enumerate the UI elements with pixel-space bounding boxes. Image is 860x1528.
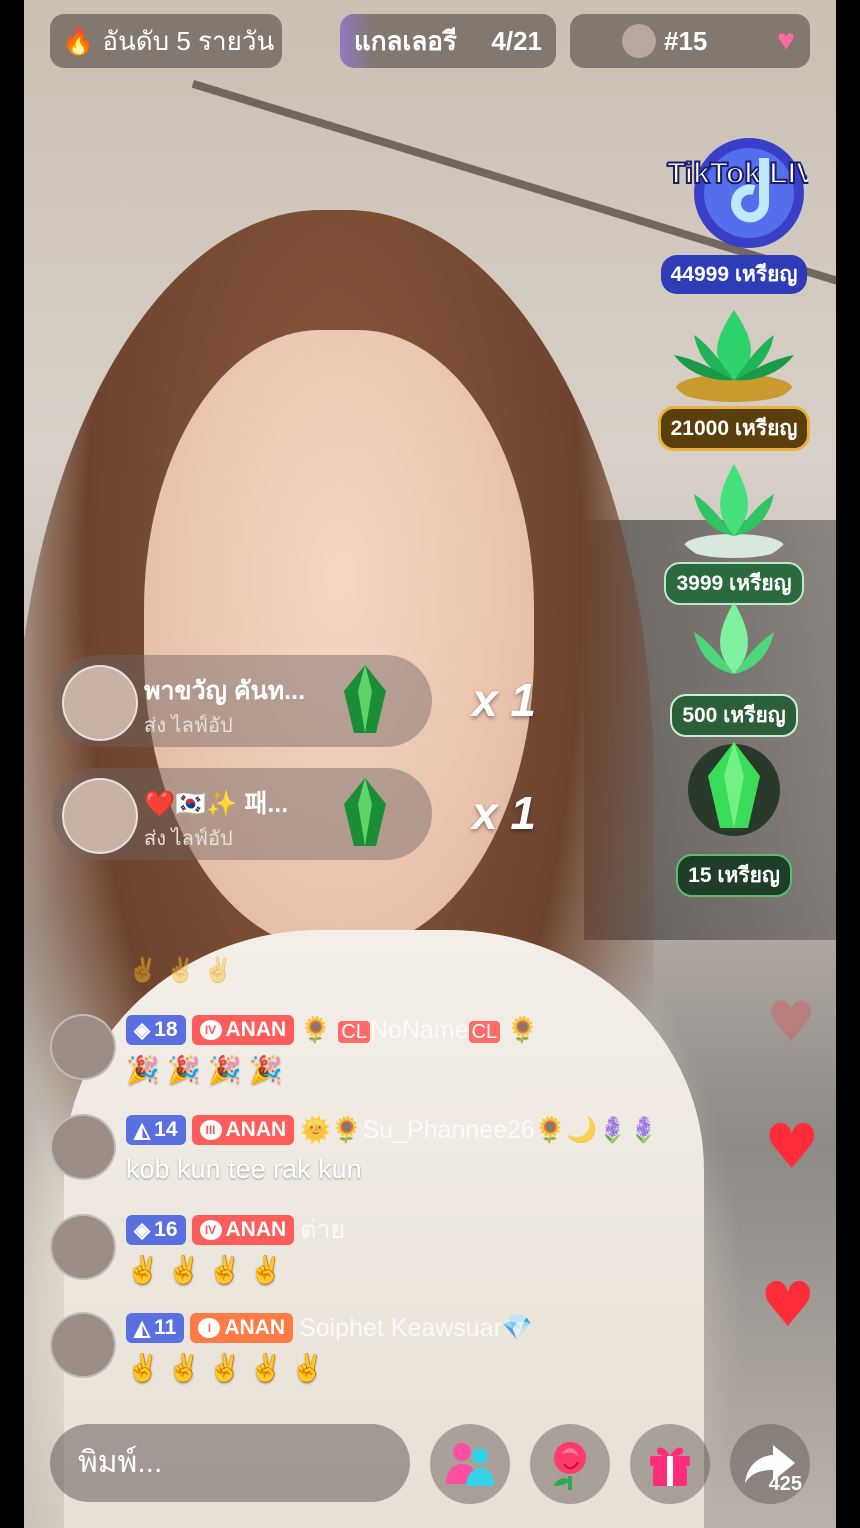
gifter-avatar bbox=[62, 665, 138, 741]
fan-heart-icon: I bbox=[198, 1318, 221, 1338]
green-gem-icon bbox=[688, 742, 780, 836]
chat-username[interactable]: Soiphet Keawsuar💎 bbox=[299, 1314, 533, 1343]
diamond-icon: ◈ bbox=[134, 1018, 151, 1042]
gift-action: ส่ง ไลฟ์อัป bbox=[144, 828, 233, 850]
tiktok-live-icon: TikTok LIVE bbox=[666, 138, 836, 248]
gifter-avatar bbox=[62, 778, 138, 854]
heart-gift-icon[interactable]: ♥ bbox=[766, 22, 806, 60]
share-button[interactable]: 425 bbox=[730, 1424, 810, 1504]
gift-item-lotus-small[interactable]: 500 เหรียญ bbox=[652, 594, 816, 737]
floating-heart-icon: ♥ bbox=[764, 1110, 820, 1183]
live-stream-view[interactable]: 🔥 อันดับ 5 รายวัน แกลเลอรี 4/21 #15 ♥ Ti… bbox=[24, 0, 836, 1528]
fan-club-badge: IV ANAN bbox=[191, 1215, 295, 1245]
username-badge: CL bbox=[338, 1020, 370, 1043]
rose-icon bbox=[554, 1442, 586, 1490]
fan-club-badge: III ANAN bbox=[191, 1115, 295, 1145]
chat-text: kob kun tee rak kun bbox=[126, 1154, 362, 1184]
viewer-avatar bbox=[622, 24, 656, 58]
level-badge: ◭ 14 bbox=[126, 1115, 186, 1145]
level-badge: ◭ 11 bbox=[126, 1313, 185, 1343]
gift-gem-icon bbox=[344, 778, 386, 846]
gift-box-icon bbox=[650, 1447, 690, 1486]
gift-item-tiktok-live[interactable]: TikTok LIVE 44999 เหรียญ bbox=[652, 128, 836, 294]
level-badge: ◈ 16 bbox=[126, 1215, 186, 1245]
green-lotus-gold-icon bbox=[674, 310, 794, 402]
comment-input[interactable]: พิมพ์... bbox=[50, 1424, 410, 1502]
diamond-icon: ◈ bbox=[134, 1218, 151, 1242]
chat-text: 🎉 🎉 🎉 🎉 bbox=[126, 1055, 283, 1085]
fan-heart-icon: III bbox=[199, 1120, 222, 1140]
gifter-name: ❤️🇰🇷✨ 패... bbox=[144, 790, 289, 818]
floating-heart-icon: ♥ bbox=[766, 990, 817, 1055]
chat-faded-emojis: ✌️ ✌️ ✌️ bbox=[128, 956, 233, 984]
gallery-count: 4/21 bbox=[491, 25, 542, 56]
chat-avatar[interactable] bbox=[50, 1312, 116, 1378]
gifter-name: พาขวัญ คันท... bbox=[144, 677, 306, 705]
chat-username[interactable]: ต่าย bbox=[300, 1210, 345, 1250]
chat-username[interactable]: 🌻 CL NoName CL 🌻 bbox=[300, 1016, 538, 1045]
people-icon bbox=[446, 1443, 494, 1486]
floating-heart-icon: ♥ bbox=[760, 1268, 816, 1341]
daily-rank-label: อันดับ 5 รายวัน bbox=[102, 25, 275, 56]
chat-avatar[interactable] bbox=[50, 1214, 116, 1280]
multi-guest-button[interactable] bbox=[430, 1424, 510, 1504]
chat-avatar[interactable] bbox=[50, 1014, 116, 1080]
daily-rank-pill[interactable]: 🔥 อันดับ 5 รายวัน bbox=[50, 14, 282, 68]
viewer-rank: #15 bbox=[664, 25, 708, 56]
fan-club-badge: IV ANAN bbox=[191, 1015, 295, 1045]
flame-icon: 🔥 bbox=[62, 25, 95, 56]
gallery-label: แกลเลอรี bbox=[354, 25, 457, 56]
gift-button[interactable] bbox=[630, 1424, 710, 1504]
rose-gift-button[interactable] bbox=[530, 1424, 610, 1504]
gift-item-lotus[interactable]: 3999 เหรียญ bbox=[652, 454, 816, 605]
gift-price: 44999 เหรียญ bbox=[660, 255, 808, 294]
green-lotus-small-icon bbox=[694, 602, 774, 674]
gallery-pill[interactable]: แกลเลอรี 4/21 bbox=[340, 14, 556, 68]
chat-username[interactable]: 🌞🌻Su_Phannee26🌻🌙🪻🪻 bbox=[300, 1116, 659, 1145]
fan-heart-icon: IV bbox=[199, 1020, 222, 1040]
gift-notification: ❤️🇰🇷✨ 패... ส่ง ไลฟ์อัป x 1 bbox=[52, 768, 536, 860]
chat-text: ✌️ ✌️ ✌️ ✌️ bbox=[126, 1255, 283, 1285]
gift-count: x 1 bbox=[472, 787, 536, 839]
chat-avatar[interactable] bbox=[50, 1114, 116, 1180]
gift-notification: พาขวัญ คันท... ส่ง ไลฟ์อัป x 1 bbox=[52, 655, 536, 747]
diamond-icon: ◭ bbox=[134, 1316, 151, 1340]
gift-count: x 1 bbox=[472, 674, 536, 726]
username-badge: CL bbox=[468, 1020, 501, 1043]
gift-action: ส่ง ไลฟ์อัป bbox=[144, 715, 233, 737]
fan-heart-icon: IV bbox=[199, 1220, 222, 1240]
fan-club-badge: I ANAN bbox=[190, 1313, 294, 1343]
gift-price: 15 เหรียญ bbox=[676, 854, 792, 897]
share-count: 425 bbox=[768, 1473, 802, 1495]
viewer-rank-pill[interactable]: #15 ♥ bbox=[570, 14, 810, 68]
tiktok-live-art-line1: TikTok LIVE bbox=[667, 157, 809, 190]
gift-item-gem[interactable]: 15 เหรียญ bbox=[652, 728, 816, 897]
green-lotus-icon bbox=[684, 464, 784, 558]
gift-price: 21000 เหรียญ bbox=[657, 406, 811, 451]
gift-item-lotus-gold[interactable]: 21000 เหรียญ bbox=[652, 290, 816, 451]
diamond-icon: ◭ bbox=[134, 1118, 151, 1142]
level-badge: ◈ 18 bbox=[126, 1015, 186, 1045]
chat-text: ✌️ ✌️ ✌️ ✌️ ✌️ bbox=[126, 1353, 325, 1383]
gift-gem-icon bbox=[344, 665, 386, 733]
